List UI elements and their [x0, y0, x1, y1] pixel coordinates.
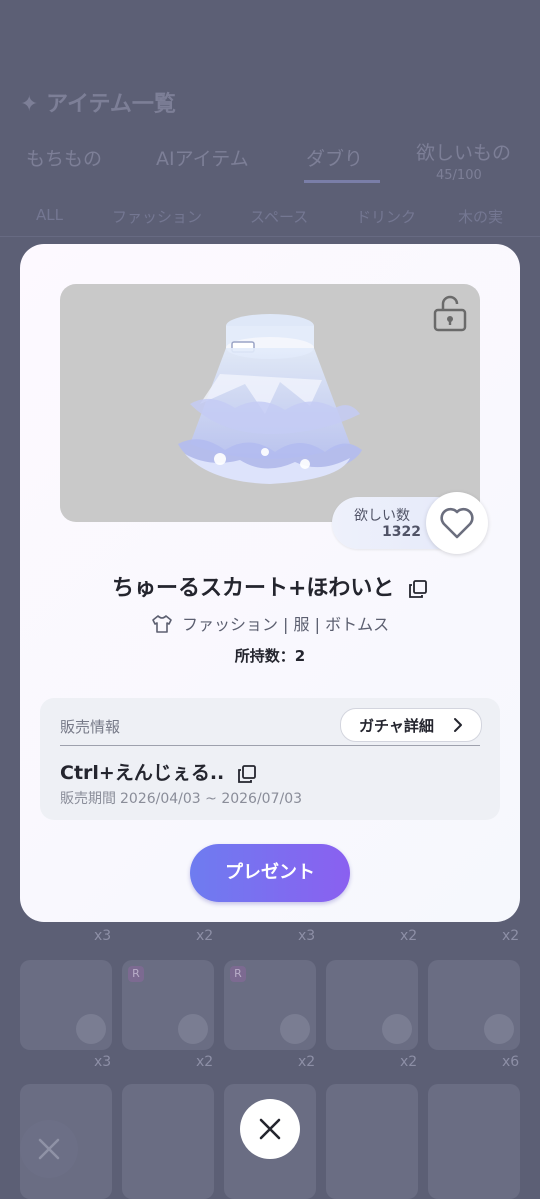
category-clothes: 服 — [293, 615, 310, 634]
page-title: ✦ アイテム一覧 — [20, 92, 176, 117]
copy-icon[interactable] — [408, 579, 428, 599]
filter-drink[interactable]: ドリンク — [356, 206, 416, 227]
filter-divider — [0, 236, 540, 237]
item-count: x3 — [94, 928, 112, 944]
item-cell[interactable] — [326, 1084, 418, 1199]
heart-outline-icon — [440, 507, 474, 539]
tab-wishlist[interactable]: 欲しいもの — [416, 138, 511, 165]
owned-count: 所持数：2 — [234, 647, 306, 665]
item-count: x2 — [298, 1054, 316, 1070]
rarity-badge: R — [230, 966, 246, 982]
filter-space[interactable]: スペース — [250, 206, 308, 227]
wish-heart-button[interactable] — [426, 492, 488, 554]
sales-period-label: 販売期間 — [60, 791, 116, 807]
background-close-button — [20, 1120, 78, 1178]
tab-duplicates[interactable]: ダブり — [306, 144, 363, 171]
category-fashion: ファッション — [181, 615, 278, 634]
category-bottoms: ボトムス — [325, 615, 390, 634]
item-count: x2 — [400, 928, 418, 944]
item-count: x2 — [400, 1054, 418, 1070]
category-separator: | — [314, 615, 321, 634]
shirt-icon — [152, 615, 172, 633]
lock-icon — [76, 1014, 106, 1044]
gacha-detail-label: ガチャ詳細 — [359, 717, 434, 735]
copy-icon[interactable] — [237, 764, 257, 784]
item-cell[interactable] — [122, 1084, 214, 1199]
item-count: x2 — [196, 928, 214, 944]
present-button[interactable]: プレゼント — [190, 844, 350, 902]
item-count: x2 — [196, 1054, 214, 1070]
wish-count-label: 欲しい数 — [354, 508, 410, 524]
item-category-row: ファッション | 服 | ボトムス — [20, 611, 520, 635]
filter-bar: ALL ファッション スペース ドリンク 木の実 — [0, 196, 540, 234]
lock-open-icon[interactable] — [432, 294, 468, 332]
item-tabs: もちもの AIアイテム ダブり 欲しいもの 45/100 — [0, 134, 540, 184]
gacha-detail-button[interactable]: ガチャ詳細 — [340, 708, 482, 742]
sales-divider — [60, 745, 480, 746]
close-icon — [259, 1118, 281, 1140]
rarity-badge: R — [128, 966, 144, 982]
gacha-name-row: Ctrl+えんじぇる.. — [60, 758, 257, 785]
gacha-name: Ctrl+えんじぇる.. — [60, 762, 225, 784]
wish-count-value: 1322 — [382, 524, 421, 540]
sales-info-label: 販売情報 — [60, 718, 121, 736]
item-count: x3 — [298, 928, 316, 944]
filter-nuts[interactable]: 木の実 — [458, 206, 503, 227]
item-count: x6 — [502, 1054, 520, 1070]
item-cell[interactable] — [428, 960, 520, 1050]
lock-icon — [484, 1014, 514, 1044]
item-preview-image — [60, 284, 480, 522]
filter-fashion[interactable]: ファッション — [112, 206, 202, 227]
tab-owned[interactable]: もちもの — [26, 144, 102, 171]
lock-icon — [382, 1014, 412, 1044]
item-cell[interactable] — [20, 960, 112, 1050]
sales-info-panel: 販売情報 ガチャ詳細 Ctrl+えんじぇる.. 販売期間 2026/04/03 ~… — [40, 698, 500, 820]
lock-icon — [280, 1014, 310, 1044]
item-cell[interactable] — [326, 960, 418, 1050]
item-name: ちゅーるスカート+ほわいと — [111, 576, 395, 601]
item-detail-modal: 欲しい数 1322 ちゅーるスカート+ほわいと ファッション | 服 | ボトム… — [20, 244, 520, 922]
item-cell[interactable] — [428, 1084, 520, 1199]
item-name-row: ちゅーるスカート+ほわいと — [20, 570, 520, 602]
item-cell[interactable]: R — [224, 960, 316, 1050]
item-count: x3 — [94, 1054, 112, 1070]
chevron-right-icon — [454, 718, 462, 732]
lock-icon — [178, 1014, 208, 1044]
close-modal-button[interactable] — [240, 1099, 300, 1159]
tab-active-indicator — [304, 180, 380, 183]
close-icon — [38, 1138, 60, 1160]
filter-all[interactable]: ALL — [36, 206, 63, 224]
tab-ai-items[interactable]: AIアイテム — [156, 144, 249, 171]
skirt-illustration — [178, 314, 362, 484]
sales-period-row: 販売期間 2026/04/03 ~ 2026/07/03 — [60, 788, 306, 808]
wishlist-count: 45/100 — [436, 168, 482, 183]
category-separator: | — [283, 615, 289, 634]
sales-period-dates: 2026/04/03 ~ 2026/07/03 — [120, 791, 303, 807]
item-count: x2 — [502, 928, 520, 944]
item-cell[interactable]: R — [122, 960, 214, 1050]
